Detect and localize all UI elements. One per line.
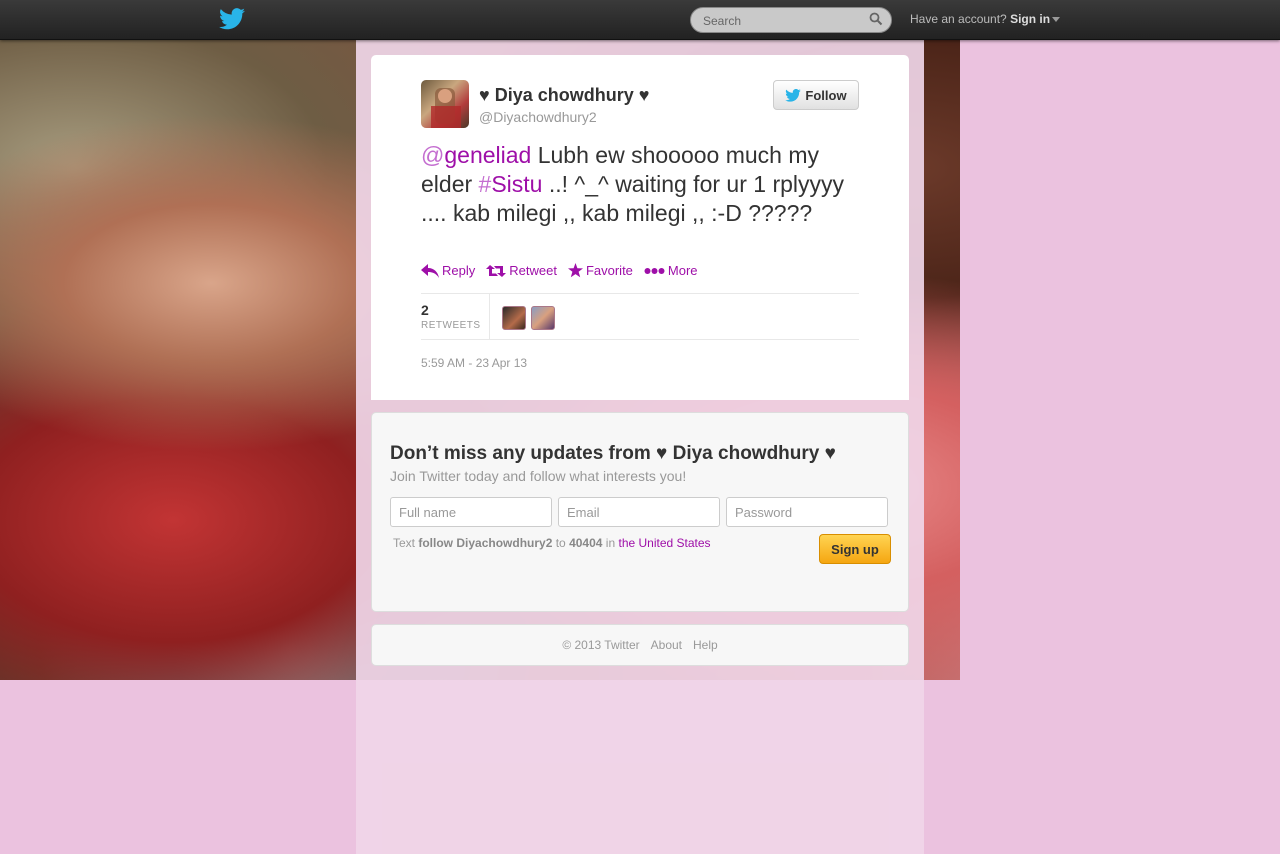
reply-label: Reply: [442, 263, 476, 278]
sign-up-button[interactable]: Sign up: [819, 534, 891, 564]
mention-symbol: @: [421, 142, 445, 168]
signup-card: Don’t miss any updates from ♥ Diya chowd…: [371, 412, 909, 612]
favorite-label: Favorite: [585, 263, 633, 278]
retweet-icon: [486, 264, 507, 277]
star-icon: [567, 263, 583, 278]
stats-row: 2 RETWEETS: [421, 293, 859, 340]
mention-name: geneliad: [444, 142, 532, 168]
sms-instructions: Text follow Diyachowdhury2 to 40404 in t…: [393, 536, 711, 550]
retweet-count[interactable]: 2: [421, 302, 429, 318]
retweet-button[interactable]: Retweet: [486, 263, 557, 278]
help-link[interactable]: Help: [693, 638, 718, 652]
full-name-field[interactable]: [390, 497, 552, 527]
more-button[interactable]: More: [644, 263, 698, 278]
sign-in-link[interactable]: Sign in: [1010, 12, 1050, 26]
about-link[interactable]: About: [651, 638, 682, 652]
tweet-actions: Reply Retweet Favorite More: [421, 263, 698, 278]
signup-subtitle: Join Twitter today and follow what inter…: [390, 468, 687, 484]
mention-link[interactable]: @geneliad: [421, 142, 531, 168]
sms-command: follow Diyachowdhury2: [418, 536, 553, 550]
search-input[interactable]: [703, 12, 863, 30]
sms-in-label: in: [605, 536, 616, 550]
sms-to-label: to: [555, 536, 566, 550]
twitter-bird-icon[interactable]: [219, 8, 245, 30]
retweeter-avatar[interactable]: [531, 306, 555, 330]
retweeter-avatar[interactable]: [502, 306, 526, 330]
follow-button[interactable]: Follow: [773, 80, 859, 110]
more-label: More: [667, 263, 698, 278]
avatar[interactable]: [421, 80, 469, 128]
caret-down-icon[interactable]: [1052, 17, 1061, 23]
avatar-image: [431, 88, 461, 128]
password-field[interactable]: [726, 497, 888, 527]
retweets-label: RETWEETS: [421, 320, 481, 331]
stat-divider: [489, 294, 490, 340]
more-dots-icon: [644, 267, 665, 274]
tweet-text: @geneliad Lubh ew shooooo much my elder …: [421, 141, 859, 228]
tweet-card: ♥ Diya chowdhury ♥ @Diyachowdhury2 Follo…: [371, 55, 909, 400]
twitter-bird-icon: [785, 88, 802, 102]
sms-text-label: Text: [393, 536, 416, 550]
hashtag-link[interactable]: #Sistu: [479, 171, 543, 197]
follow-label: Follow: [805, 87, 847, 103]
display-name[interactable]: ♥ Diya chowdhury ♥: [479, 85, 649, 106]
copyright: © 2013 Twitter: [562, 638, 640, 652]
retweet-label: Retweet: [509, 263, 557, 278]
hashtag-symbol: #: [478, 171, 492, 197]
hashtag-name: Sistu: [491, 171, 543, 197]
sms-number: 40404: [569, 536, 603, 550]
have-account-text: Have an account?: [910, 12, 1007, 26]
signin-area: Have an account? Sign in: [910, 12, 1061, 26]
country-link[interactable]: the United States: [618, 536, 710, 550]
search-icon[interactable]: [869, 12, 883, 26]
top-bar: Have an account? Sign in: [0, 0, 1280, 40]
timestamp[interactable]: 5:59 AM - 23 Apr 13: [421, 356, 527, 370]
reply-button[interactable]: Reply: [421, 263, 475, 278]
signup-title: Don’t miss any updates from ♥ Diya chowd…: [390, 443, 836, 464]
reply-icon: [421, 263, 439, 278]
email-field[interactable]: [558, 497, 720, 527]
favorite-button[interactable]: Favorite: [567, 263, 633, 278]
screen-name[interactable]: @Diyachowdhury2: [479, 109, 597, 125]
footer: © 2013 Twitter About Help: [371, 624, 909, 666]
search-box: [690, 7, 892, 33]
